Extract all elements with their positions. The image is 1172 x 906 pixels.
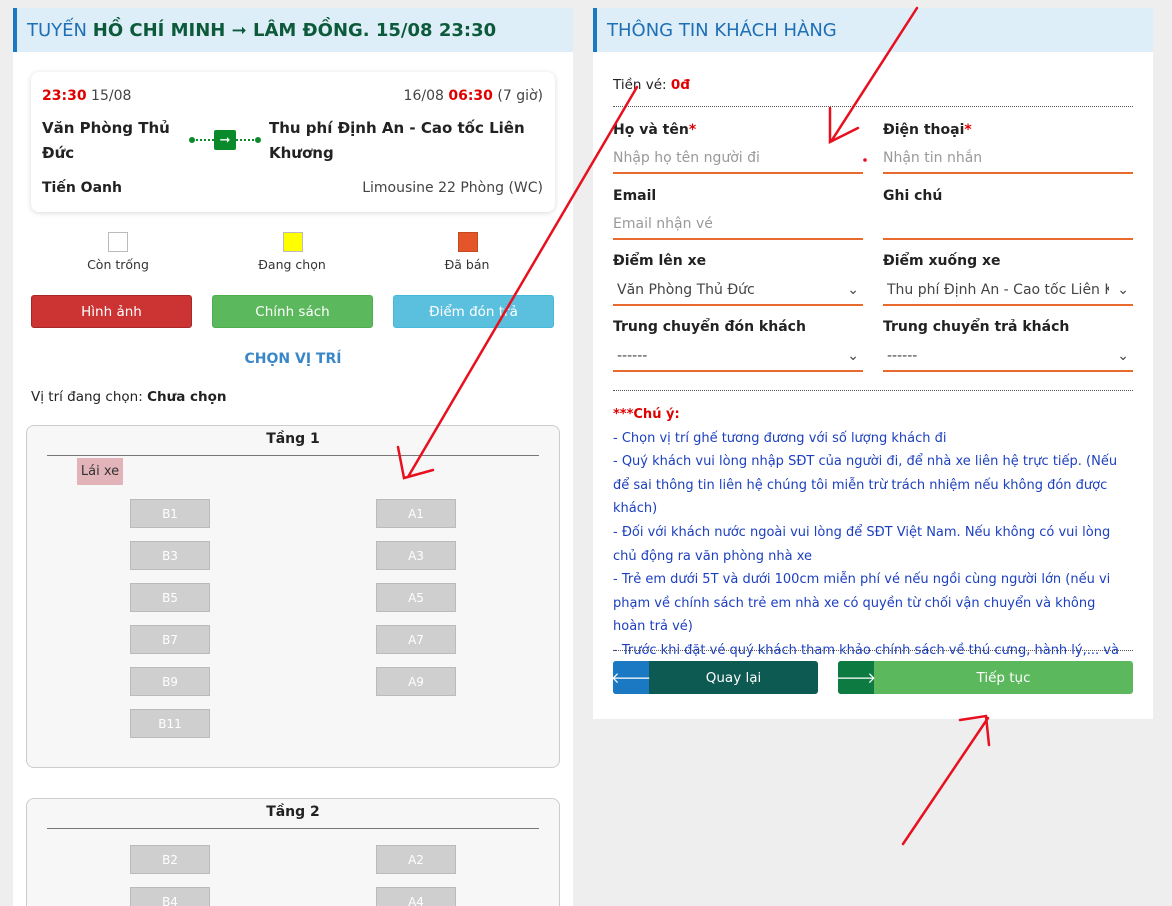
seat-a1[interactable]: A1 xyxy=(376,499,456,528)
notice-line: - Trẻ em dưới 5T và dưới 100cm miễn phí … xyxy=(613,572,1111,635)
seat-section-heading: CHỌN VỊ TRÍ xyxy=(244,351,342,367)
continue-button-label: Tiếp tục xyxy=(976,669,1031,686)
deck-1: Tầng 1 Lái xe B1 B3 B5 B7 B9 B11 A1 A3 A… xyxy=(26,425,560,768)
operator-name: Tiến Oanh xyxy=(42,180,122,196)
vehicle-type: Limousine 22 Phòng (WC) xyxy=(362,180,543,196)
phone-input[interactable]: Nhận tin nhắn xyxy=(883,144,1133,174)
seat-b3[interactable]: B3 xyxy=(130,541,210,570)
notice-line: - Đối với khách nước ngoài vui lòng để S… xyxy=(613,524,1111,564)
depart-time: 23:30 xyxy=(42,88,87,104)
phone-label: Điện thoại* xyxy=(883,122,972,138)
legend-available-label: Còn trống xyxy=(87,257,149,272)
arrive-time: 06:30 xyxy=(448,88,493,104)
customer-panel: THÔNG TIN KHÁCH HÀNG Tiền vé: 0đ Họ và t… xyxy=(593,8,1153,719)
dropoff-point-select[interactable]: Thu phí Định An - Cao tốc Liên Khư ⌄ xyxy=(883,276,1133,306)
seat-a2[interactable]: A2 xyxy=(376,845,456,874)
seat-b4[interactable]: B4 xyxy=(130,887,210,906)
deck-2: Tầng 2 B2 B4 A2 A4 xyxy=(26,798,560,906)
selected-seat-info: Vị trí đang chọn: Chưa chọn xyxy=(31,389,227,405)
chevron-down-icon: ⌄ xyxy=(1117,348,1129,364)
chevron-down-icon: ⌄ xyxy=(847,282,859,298)
seat-a7[interactable]: A7 xyxy=(376,625,456,654)
policy-button[interactable]: Chính sách xyxy=(212,295,373,328)
seat-b11[interactable]: B11 xyxy=(130,709,210,738)
route-datetime: . 15/08 23:30 xyxy=(362,19,497,41)
transfer-pickup-select[interactable]: ------ ⌄ xyxy=(613,342,863,372)
seat-b1[interactable]: B1 xyxy=(130,499,210,528)
fare-value: 0đ xyxy=(670,77,690,93)
route-connector-icon: ➞ xyxy=(189,130,261,150)
arrow-right-icon: 🡒 xyxy=(836,661,876,694)
notice-title: ***Chú ý: xyxy=(613,407,680,422)
continue-button[interactable]: 🡒 Tiếp tục xyxy=(836,661,1133,694)
boarding-point-select[interactable]: Văn Phòng Thủ Đức ⌄ xyxy=(613,276,863,306)
pickup-dropoff-button[interactable]: Điểm đón trả xyxy=(393,295,554,328)
driver-seat: Lái xe xyxy=(77,458,123,485)
selected-seat-value: Chưa chọn xyxy=(147,389,227,405)
transfer-dropoff-select[interactable]: ------ ⌄ xyxy=(883,342,1133,372)
annotation-arrow-to-continue xyxy=(901,716,990,846)
transfer-pickup-label: Trung chuyển đón khách xyxy=(613,319,806,335)
legend-sold-swatch xyxy=(458,232,478,252)
customer-header: THÔNG TIN KHÁCH HÀNG xyxy=(593,8,1153,52)
notice-block: ***Chú ý: - Chọn vị trí ghế tương đương … xyxy=(613,403,1123,686)
images-button[interactable]: Hình ảnh xyxy=(31,295,192,328)
deck-1-title: Tầng 1 xyxy=(266,431,320,447)
arrive-date: 16/08 xyxy=(403,88,444,104)
trip-duration: (7 giờ) xyxy=(497,88,543,104)
origin-station: Văn Phòng Thủ Đức xyxy=(42,119,170,162)
legend-available-swatch xyxy=(108,232,128,252)
legend-selecting-swatch xyxy=(283,232,303,252)
note-input[interactable] xyxy=(883,210,1133,240)
seat-b2[interactable]: B2 xyxy=(130,845,210,874)
seat-b5[interactable]: B5 xyxy=(130,583,210,612)
back-button[interactable]: 🡐 Quay lại xyxy=(611,661,818,694)
seat-a5[interactable]: A5 xyxy=(376,583,456,612)
depart-date: 15/08 xyxy=(91,88,132,104)
dropoff-point-label: Điểm xuống xe xyxy=(883,253,1001,269)
name-input[interactable]: Nhập họ tên người đi xyxy=(613,144,863,174)
fare-info: Tiền vé: 0đ xyxy=(613,77,690,93)
transfer-dropoff-label: Trung chuyển trả khách xyxy=(883,319,1070,335)
note-label: Ghi chú xyxy=(883,188,943,204)
notice-line: - Quý khách vui lòng nhập SĐT của người … xyxy=(613,454,1118,517)
email-input[interactable]: Email nhận vé xyxy=(613,210,863,240)
boarding-point-label: Điểm lên xe xyxy=(613,253,707,269)
trip-card: 23:30 15/08 16/08 06:30 (7 giờ) Văn Phòn… xyxy=(31,72,555,212)
seat-b7[interactable]: B7 xyxy=(130,625,210,654)
name-label: Họ và tên* xyxy=(613,122,697,138)
deck-2-title: Tầng 2 xyxy=(266,804,320,820)
route-name: HỒ CHÍ MINH ➞ LÂM ĐỒNG xyxy=(92,19,363,41)
legend-selecting-label: Đang chọn xyxy=(258,257,326,272)
destination-station: Thu phí Định An - Cao tốc Liên Khương xyxy=(269,119,525,162)
seat-a3[interactable]: A3 xyxy=(376,541,456,570)
notice-line: - Chọn vị trí ghế tương đương với số lượ… xyxy=(613,430,947,446)
chevron-down-icon: ⌄ xyxy=(847,348,859,364)
route-header: TUYẾN HỒ CHÍ MINH ➞ LÂM ĐỒNG. 15/08 23:3… xyxy=(13,8,573,52)
chevron-down-icon: ⌄ xyxy=(1117,282,1129,298)
back-button-label: Quay lại xyxy=(705,669,762,686)
arrow-left-icon: 🡐 xyxy=(611,661,651,694)
seat-a9[interactable]: A9 xyxy=(376,667,456,696)
seat-a4[interactable]: A4 xyxy=(376,887,456,906)
annotation-arrowhead xyxy=(958,714,991,747)
legend-sold-label: Đã bán xyxy=(444,257,490,272)
seat-b9[interactable]: B9 xyxy=(130,667,210,696)
email-label: Email xyxy=(613,188,657,204)
route-prefix: TUYẾN xyxy=(27,19,88,41)
route-panel: TUYẾN HỒ CHÍ MINH ➞ LÂM ĐỒNG. 15/08 23:3… xyxy=(13,8,573,906)
